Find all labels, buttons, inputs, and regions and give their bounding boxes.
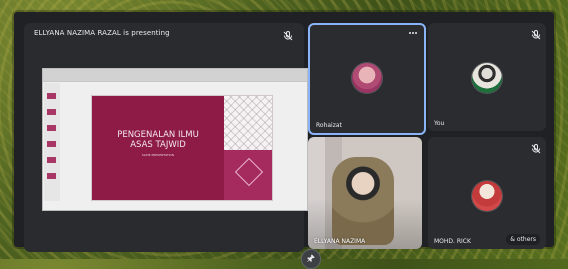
more-icon[interactable]	[408, 30, 418, 36]
avatar	[352, 63, 382, 93]
slide-thumbnail	[47, 173, 56, 179]
participant-name: MOHD. RICK	[434, 238, 471, 245]
slide-thumbnail	[47, 141, 56, 147]
mic-off-icon	[282, 30, 294, 42]
mic-off-icon	[530, 29, 542, 41]
slide-subtitle: SLIDE PRESENTATION	[141, 153, 175, 157]
kebab-dot	[412, 32, 414, 34]
participant-person	[332, 157, 394, 245]
slide-thumbnail	[47, 109, 56, 115]
powerpoint-ribbon	[43, 69, 307, 82]
participant-tile-rohaizat[interactable]: Rohaizat	[308, 23, 426, 135]
presenter-label: ELLYANA NAZIMA RAZAL is presenting	[34, 29, 170, 37]
slide-thumbnail	[47, 93, 56, 99]
slide-thumbnails	[44, 83, 60, 201]
pin-button[interactable]	[301, 249, 321, 269]
current-slide: PENGENALAN ILMU ASAS TAJWID SLIDE PRESEN…	[91, 95, 273, 201]
presentation-tile: ELLYANA NAZIMA RAZAL is presenting PENGE…	[24, 23, 321, 269]
participant-name: You	[434, 120, 445, 127]
others-badge: & others	[506, 234, 540, 245]
powerpoint-window: PENGENALAN ILMU ASAS TAJWID SLIDE PRESEN…	[42, 68, 308, 211]
slide-thumbnail	[47, 157, 56, 163]
avatar	[472, 63, 502, 93]
kebab-dot	[415, 32, 417, 34]
participant-name: ELLYANA NAZIMA	[314, 238, 366, 245]
avatar	[472, 181, 502, 211]
kebab-dot	[409, 32, 411, 34]
slide-title-line-2: ASAS TAJWID	[130, 140, 186, 150]
slide-title: PENGENALAN ILMU ASAS TAJWID	[92, 130, 224, 150]
slide-thumbnail	[47, 125, 56, 131]
slide-title-line-1: PENGENALAN ILMU	[117, 130, 199, 140]
participant-tile-you[interactable]: You	[428, 23, 546, 131]
mic-off-icon	[530, 143, 542, 155]
slide-decoration	[224, 150, 272, 200]
slide-pattern	[224, 96, 272, 150]
pin-icon	[307, 254, 315, 262]
participant-tile-ellyana[interactable]: ELLYANA NAZIMA	[308, 137, 422, 249]
participant-tile-mohd-rick[interactable]: MOHD. RICK & others	[428, 137, 546, 249]
participant-name: Rohaizat	[316, 122, 342, 129]
